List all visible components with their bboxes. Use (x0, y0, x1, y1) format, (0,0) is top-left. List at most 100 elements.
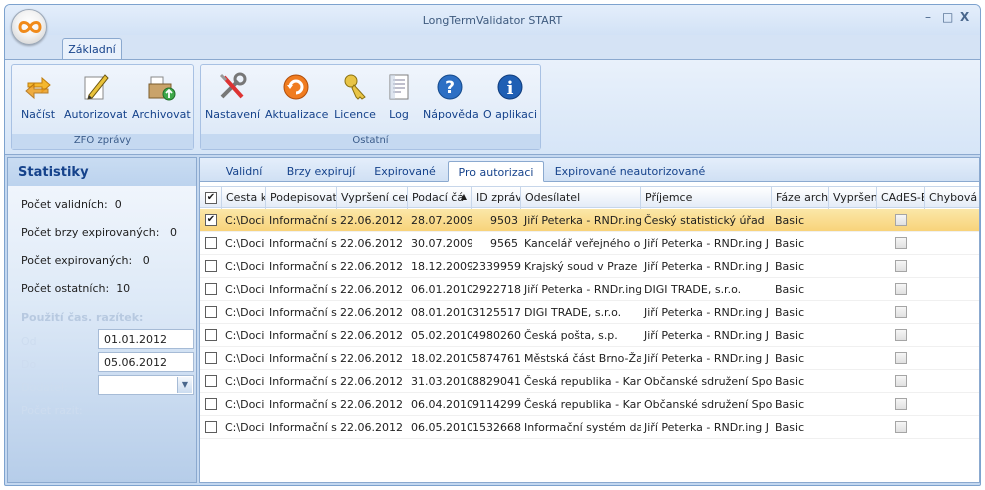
o-aplikaci-button[interactable]: i O aplikaci (483, 71, 537, 121)
cell-submitted: 05.02.2010 (411, 329, 472, 342)
licence-button[interactable]: Licence (333, 71, 377, 121)
dodatel-combo[interactable]: ▼ (98, 375, 194, 395)
cell-signer: Informační sy (269, 421, 337, 434)
cell-message-id: 3125517 (472, 306, 521, 319)
column-header-sender[interactable]: Odesílatel (521, 187, 641, 209)
row-checkbox[interactable] (205, 260, 217, 272)
cell-path: C:\Doci (225, 237, 265, 250)
table-row[interactable]: C:\Doci Informační sy 22.06.2012 06.05.2010… (200, 416, 979, 439)
table-row[interactable]: C:\Doci Informační sy 22.06.2012 30.07.2009… (200, 232, 979, 255)
cades-checkbox[interactable] (895, 329, 907, 341)
column-header-submitted[interactable]: Podací čá ▲ (408, 187, 472, 209)
help-question-icon: ? (437, 74, 463, 100)
cell-sender: Jiří Peterka - RNDr.ing . (524, 283, 641, 296)
tab-brzy-expiruji[interactable]: Brzy expirují (280, 161, 362, 182)
stat-valid: Počet validních: 0 (21, 198, 122, 211)
update-refresh-icon (283, 74, 309, 100)
autorizovat-button[interactable]: Autorizovat (64, 71, 127, 121)
table-row[interactable]: C:\Doci Informační sy 22.06.2012 18.02.2010… (200, 347, 979, 370)
cades-checkbox[interactable] (895, 283, 907, 295)
cell-recipient: Jiří Peterka - RNDr.ing J (644, 237, 769, 250)
row-checkbox[interactable] (205, 237, 217, 249)
statistics-panel: Statistiky Počet validních: 0 Počet brzy… (7, 157, 197, 483)
column-header-path[interactable]: Cesta k (222, 187, 266, 209)
cades-checkbox[interactable] (895, 214, 907, 226)
tab-pro-autorizaci[interactable]: Pro autorizaci (448, 161, 544, 182)
licence-label: Licence (334, 108, 376, 121)
row-checkbox[interactable] (205, 306, 217, 318)
row-checkbox[interactable] (205, 375, 217, 387)
cell-sender: DIGI TRADE, s.r.o. (524, 306, 622, 319)
from-label: Od (21, 335, 37, 348)
cell-message-id: 8829041 (472, 375, 521, 388)
column-header-error[interactable]: Chybová (925, 187, 980, 209)
log-document-icon (389, 74, 409, 100)
cades-checkbox[interactable] (895, 421, 907, 433)
cades-checkbox[interactable] (895, 306, 907, 318)
table-row[interactable]: C:\Doci Informační sy 22.06.2012 06.01.2010… (200, 278, 979, 301)
to-date-input[interactable]: 05.06.2012 (98, 352, 194, 372)
tab-expirovane-neautorizovane[interactable]: Expirované neautorizované (550, 161, 710, 182)
close-button[interactable]: X (960, 10, 969, 24)
table-row[interactable]: C:\Doci Informační sy 22.06.2012 08.01.2010… (200, 301, 979, 324)
nacist-button[interactable]: Načíst (18, 71, 58, 121)
select-all-column[interactable]: ✔ (200, 187, 222, 209)
napoveda-button[interactable]: ? Nápověda (423, 71, 479, 121)
cell-submitted: 08.01.2010 (411, 306, 472, 319)
cell-path: C:\Doci (225, 352, 265, 365)
count-label: Počet razit: (21, 404, 83, 417)
cell-cert-expiry: 22.06.2012 (340, 375, 403, 388)
row-checkbox[interactable] (205, 283, 217, 295)
row-checkbox[interactable] (205, 329, 217, 341)
cell-cert-expiry: 22.06.2012 (340, 306, 403, 319)
cell-recipient: Jiří Peterka - RNDr.ing J (644, 352, 769, 365)
column-header-cades[interactable]: CAdES-E (877, 187, 925, 209)
cell-submitted: 18.12.2009 (411, 260, 472, 273)
row-checkbox[interactable]: ✔ (205, 214, 217, 226)
table-row[interactable]: C:\Doci Informační sy 22.06.2012 31.03.2010… (200, 370, 979, 393)
cell-signer: Informační sy (269, 329, 337, 342)
ribbon-group-ostatni: Nastavení Aktualizace Licence Log ? Nápo… (200, 64, 541, 150)
cades-checkbox[interactable] (895, 237, 907, 249)
ribbon-group-zfo: Načíst Autorizovat Archivovat ZFO zprávy (11, 64, 194, 150)
table-row[interactable]: C:\Doci Informační sy 22.06.2012 18.12.2009… (200, 255, 979, 278)
log-button[interactable]: Log (381, 71, 417, 121)
ribbon-tab-zakladni[interactable]: Základní (62, 38, 122, 60)
cell-cert-expiry: 22.06.2012 (340, 260, 403, 273)
maximize-button[interactable]: □ (942, 10, 953, 24)
row-checkbox[interactable] (205, 352, 217, 364)
column-header-recipient[interactable]: Příjemce (641, 187, 772, 209)
table-row[interactable]: ✔ C:\Doci Informační sy 22.06.2012 28.07.200… (200, 209, 979, 232)
table-row[interactable]: C:\Doci Informační sy 22.06.2012 06.04.2010… (200, 393, 979, 416)
cades-checkbox[interactable] (895, 352, 907, 364)
column-header-message-id[interactable]: ID zpráv (472, 187, 521, 209)
cell-cert-expiry: 22.06.2012 (340, 352, 403, 365)
column-header-cert-expiry[interactable]: Vypršení cert (337, 187, 408, 209)
column-header-archive-phase[interactable]: Fáze archi (772, 187, 829, 209)
archivovat-button[interactable]: Archivovat (132, 71, 191, 121)
minimize-button[interactable]: – (925, 10, 931, 24)
row-checkbox[interactable] (205, 421, 217, 433)
nastaveni-label: Nastavení (205, 108, 261, 121)
app-menu-button[interactable] (11, 9, 47, 45)
chevron-down-icon[interactable]: ▼ (177, 377, 192, 393)
tab-expirovane[interactable]: Expirované (368, 161, 442, 182)
table-row[interactable]: C:\Doci Informační sy 22.06.2012 05.02.2010… (200, 324, 979, 347)
cell-signer: Informační sy (269, 398, 337, 411)
info-icon: i (497, 74, 523, 100)
svg-text:i: i (507, 78, 514, 99)
row-checkbox[interactable] (205, 398, 217, 410)
nastaveni-button[interactable]: Nastavení (205, 71, 261, 121)
statistics-title: Statistiky (8, 158, 196, 186)
aktualizace-button[interactable]: Aktualizace (265, 71, 328, 121)
column-header-signer[interactable]: Podepisovate (266, 187, 337, 209)
cades-checkbox[interactable] (895, 260, 907, 272)
from-date-input[interactable]: 01.01.2012 (98, 329, 194, 349)
column-header-expiry[interactable]: Vypršeni (829, 187, 877, 209)
cades-checkbox[interactable] (895, 375, 907, 387)
cades-checkbox[interactable] (895, 398, 907, 410)
cell-cert-expiry: 22.06.2012 (340, 214, 403, 227)
cell-path: C:\Doci (225, 283, 265, 296)
tab-validni[interactable]: Validní (214, 161, 274, 182)
select-all-checkbox[interactable]: ✔ (205, 192, 217, 204)
